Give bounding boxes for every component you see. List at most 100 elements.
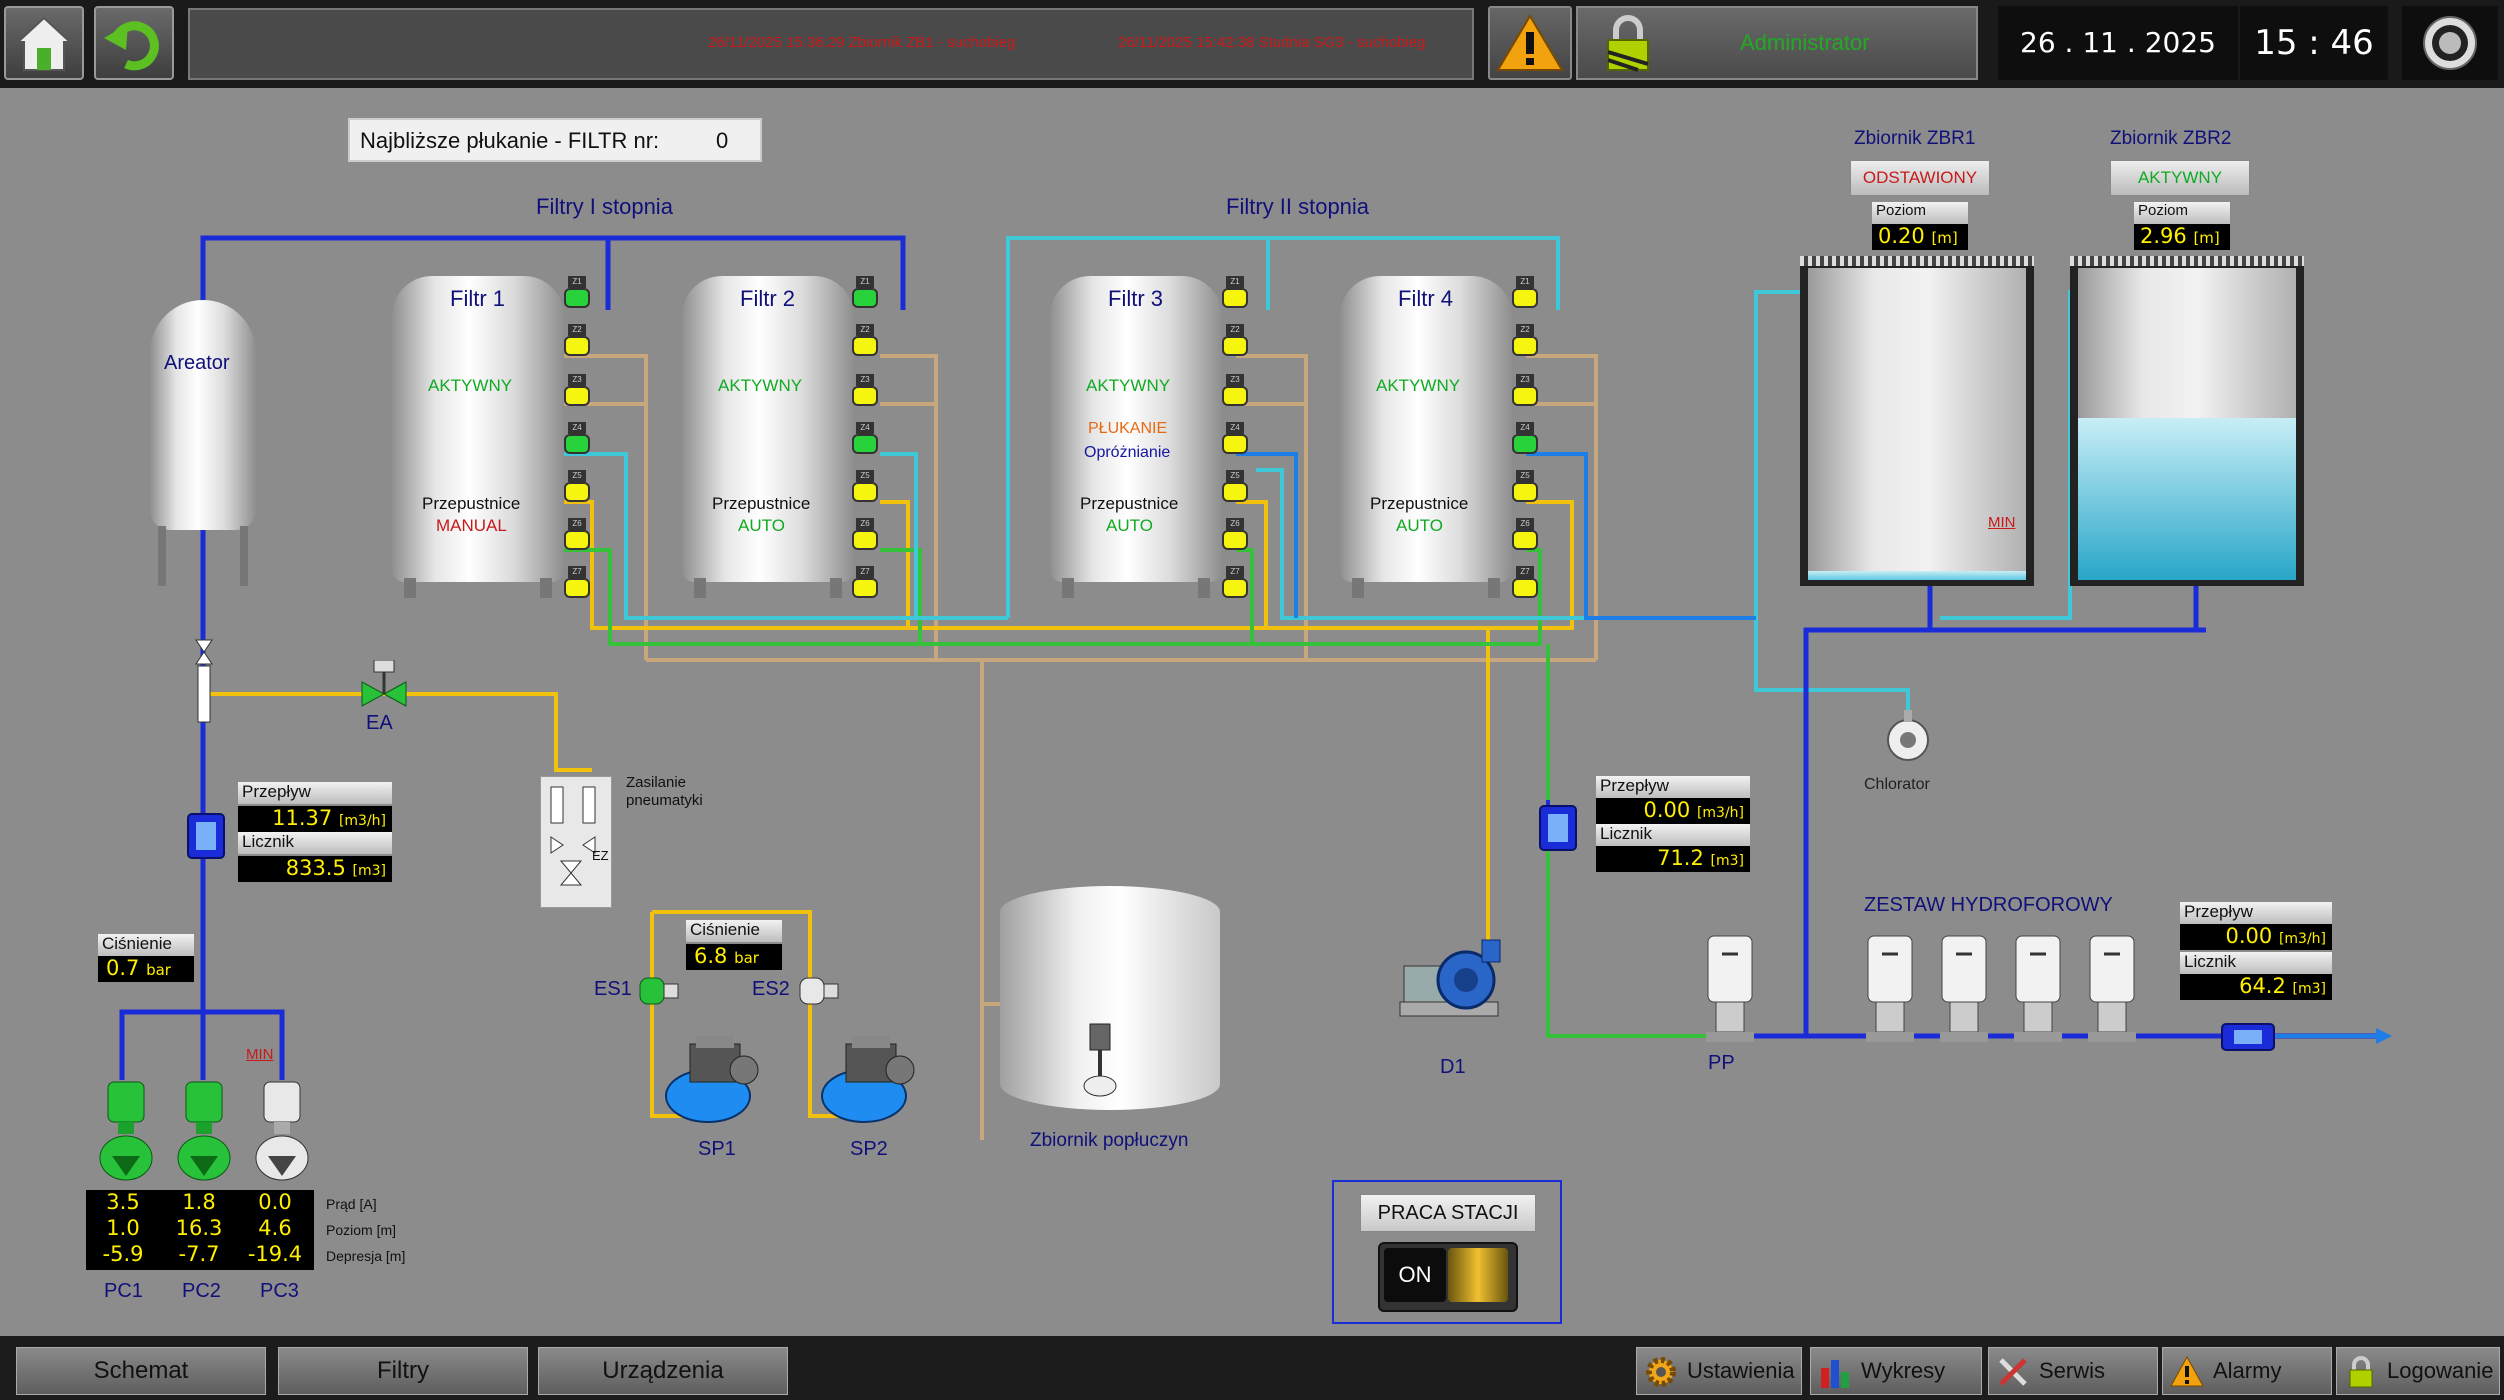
pump-pc2[interactable] <box>174 1080 234 1190</box>
counter-left-value: 833.5 <box>285 856 346 880</box>
filter-3-valve-1[interactable] <box>1222 288 1248 308</box>
filter-2-valve-6[interactable] <box>852 530 878 550</box>
nav-urzadzenia[interactable]: Urządzenia <box>538 1347 788 1395</box>
tank-zbr1-level-display: 0.20 [m] <box>1872 224 1968 250</box>
valve-tag: Z2 <box>1226 324 1244 336</box>
filter-3-valve-6[interactable] <box>1222 530 1248 550</box>
flow-meter-out[interactable] <box>2218 1018 2278 1056</box>
tool-alarmy[interactable]: Alarmy <box>2162 1347 2332 1395</box>
hydro-pump-2[interactable] <box>1934 934 1994 1046</box>
filter-4-valve-5[interactable] <box>1512 482 1538 502</box>
counter-right-value: 71.2 <box>1657 846 1704 870</box>
nav-filtry[interactable]: Filtry <box>278 1347 528 1395</box>
pump-d1[interactable] <box>1394 936 1504 1030</box>
flow-out-display: 0.00 [m3/h] <box>2180 924 2332 950</box>
filter-2-state: AKTYWNY <box>718 376 803 395</box>
chlorator[interactable] <box>1882 710 1934 770</box>
filter-1-tank[interactable] <box>392 276 564 582</box>
filter-2-valve-3[interactable] <box>852 386 878 406</box>
filter-4-mode-label: Przepustnice <box>1370 494 1469 513</box>
tools-icon <box>1999 1358 2027 1386</box>
tank-zbr1-name: Zbiornik ZBR1 <box>1854 128 1976 149</box>
filter-4-valve-7[interactable] <box>1512 578 1538 598</box>
hydro-pump-1[interactable] <box>1860 934 1920 1046</box>
compressor-sp1[interactable] <box>660 1030 770 1128</box>
aerator-tank[interactable] <box>150 300 256 586</box>
filter-4-valve-6[interactable] <box>1512 530 1538 550</box>
filter-4-valve-1[interactable] <box>1512 288 1538 308</box>
tank-zbr2-status[interactable]: AKTYWNY <box>2110 160 2250 196</box>
filter-1-valve-1[interactable] <box>564 288 590 308</box>
backwash-tank-label: Zbiornik popłuczyn <box>1030 1130 1189 1151</box>
es1-valve[interactable] <box>636 974 682 1008</box>
flow-left-display: 11.37 [m3/h] <box>238 806 392 832</box>
flow-out-value: 0.00 <box>2225 924 2273 948</box>
counter-out-display: 64.2 [m3] <box>2180 974 2332 1000</box>
hydro-pump-4[interactable] <box>2082 934 2142 1046</box>
filter-4-mode: AUTO <box>1396 516 1443 535</box>
tool-logowanie[interactable]: Logowanie <box>2336 1347 2500 1395</box>
aerator-inline-valve[interactable] <box>192 636 216 724</box>
flow-out-unit: [m3/h] <box>2278 931 2326 947</box>
tool-ustawienia[interactable]: Ustawienia <box>1636 1347 1802 1395</box>
pressure-mid-display: 6.8 bar <box>686 944 782 970</box>
filter-1-name: Filtr 1 <box>450 286 505 311</box>
valve-tag: Z6 <box>856 518 874 530</box>
tank-zbr2[interactable] <box>2070 256 2304 586</box>
tank-zbr1-level: 0.20 <box>1878 224 1925 248</box>
pressure-mid-unit: bar <box>734 949 759 967</box>
filter-2-tank[interactable] <box>682 276 854 582</box>
pump-pc1[interactable] <box>96 1080 156 1190</box>
hydro-pump-3[interactable] <box>2008 934 2068 1046</box>
station-switch[interactable]: ON <box>1378 1242 1518 1312</box>
filter-2-valve-2[interactable] <box>852 336 878 356</box>
valve-tag: Z3 <box>1516 374 1534 386</box>
es2-label: ES2 <box>752 978 790 1000</box>
filter-3-valve-7[interactable] <box>1222 578 1248 598</box>
filter-3-mode-label: Przepustnice <box>1080 494 1179 513</box>
counter-out-value: 64.2 <box>2239 974 2286 998</box>
flow-meter-left[interactable] <box>184 808 228 864</box>
filter-4-valve-3[interactable] <box>1512 386 1538 406</box>
flow-left-unit: [m3/h] <box>338 813 386 829</box>
pneumatic-panel[interactable] <box>540 776 612 908</box>
tool-wykresy[interactable]: Wykresy <box>1810 1347 1982 1395</box>
pump-pc2-label: PC2 <box>182 1280 221 1302</box>
tank-zbr2-name: Zbiornik ZBR2 <box>2110 128 2232 149</box>
filter-3-valve-4[interactable] <box>1222 434 1248 454</box>
filter-4-tank[interactable] <box>1340 276 1512 582</box>
pump-value-cell: -7.7 <box>178 1242 220 1266</box>
filter-2-valve-4[interactable] <box>852 434 878 454</box>
station-label: PRACA STACJI <box>1360 1194 1536 1232</box>
filter-1-valve-6[interactable] <box>564 530 590 550</box>
filter-3-valve-5[interactable] <box>1222 482 1248 502</box>
filter-1-valve-4[interactable] <box>564 434 590 454</box>
pump-pc3[interactable] <box>252 1080 312 1190</box>
es2-valve[interactable] <box>796 974 842 1008</box>
compressor-sp1-label: SP1 <box>698 1138 736 1160</box>
filter-3-valve-2[interactable] <box>1222 336 1248 356</box>
tank-zbr1-status[interactable]: ODSTAWIONY <box>1850 160 1990 196</box>
filter-1-valve-3[interactable] <box>564 386 590 406</box>
ea-valve[interactable] <box>356 660 412 712</box>
nav-schemat[interactable]: Schemat <box>16 1347 266 1395</box>
pump-pc3-label: PC3 <box>260 1280 299 1302</box>
compressor-sp2[interactable] <box>816 1030 926 1128</box>
filter-3-valve-3[interactable] <box>1222 386 1248 406</box>
flow-right-unit: [m3/h] <box>1696 805 1744 821</box>
pump-value-cell: 1.0 <box>106 1216 140 1240</box>
filter-1-valve-2[interactable] <box>564 336 590 356</box>
pump-pp[interactable] <box>1700 934 1760 1046</box>
tool-serwis[interactable]: Serwis <box>1988 1347 2158 1395</box>
filter-4-valve-2[interactable] <box>1512 336 1538 356</box>
filter-1-valve-5[interactable] <box>564 482 590 502</box>
station-panel: PRACA STACJI ON <box>1332 1180 1562 1324</box>
tank-zbr1[interactable]: MIN <box>1800 256 2034 586</box>
tool-wykresy-label: Wykresy <box>1861 1358 1946 1383</box>
flow-meter-right[interactable] <box>1536 800 1580 856</box>
filter-2-valve-5[interactable] <box>852 482 878 502</box>
filter-1-valve-7[interactable] <box>564 578 590 598</box>
filter-4-valve-4[interactable] <box>1512 434 1538 454</box>
filter-2-valve-1[interactable] <box>852 288 878 308</box>
filter-2-valve-7[interactable] <box>852 578 878 598</box>
